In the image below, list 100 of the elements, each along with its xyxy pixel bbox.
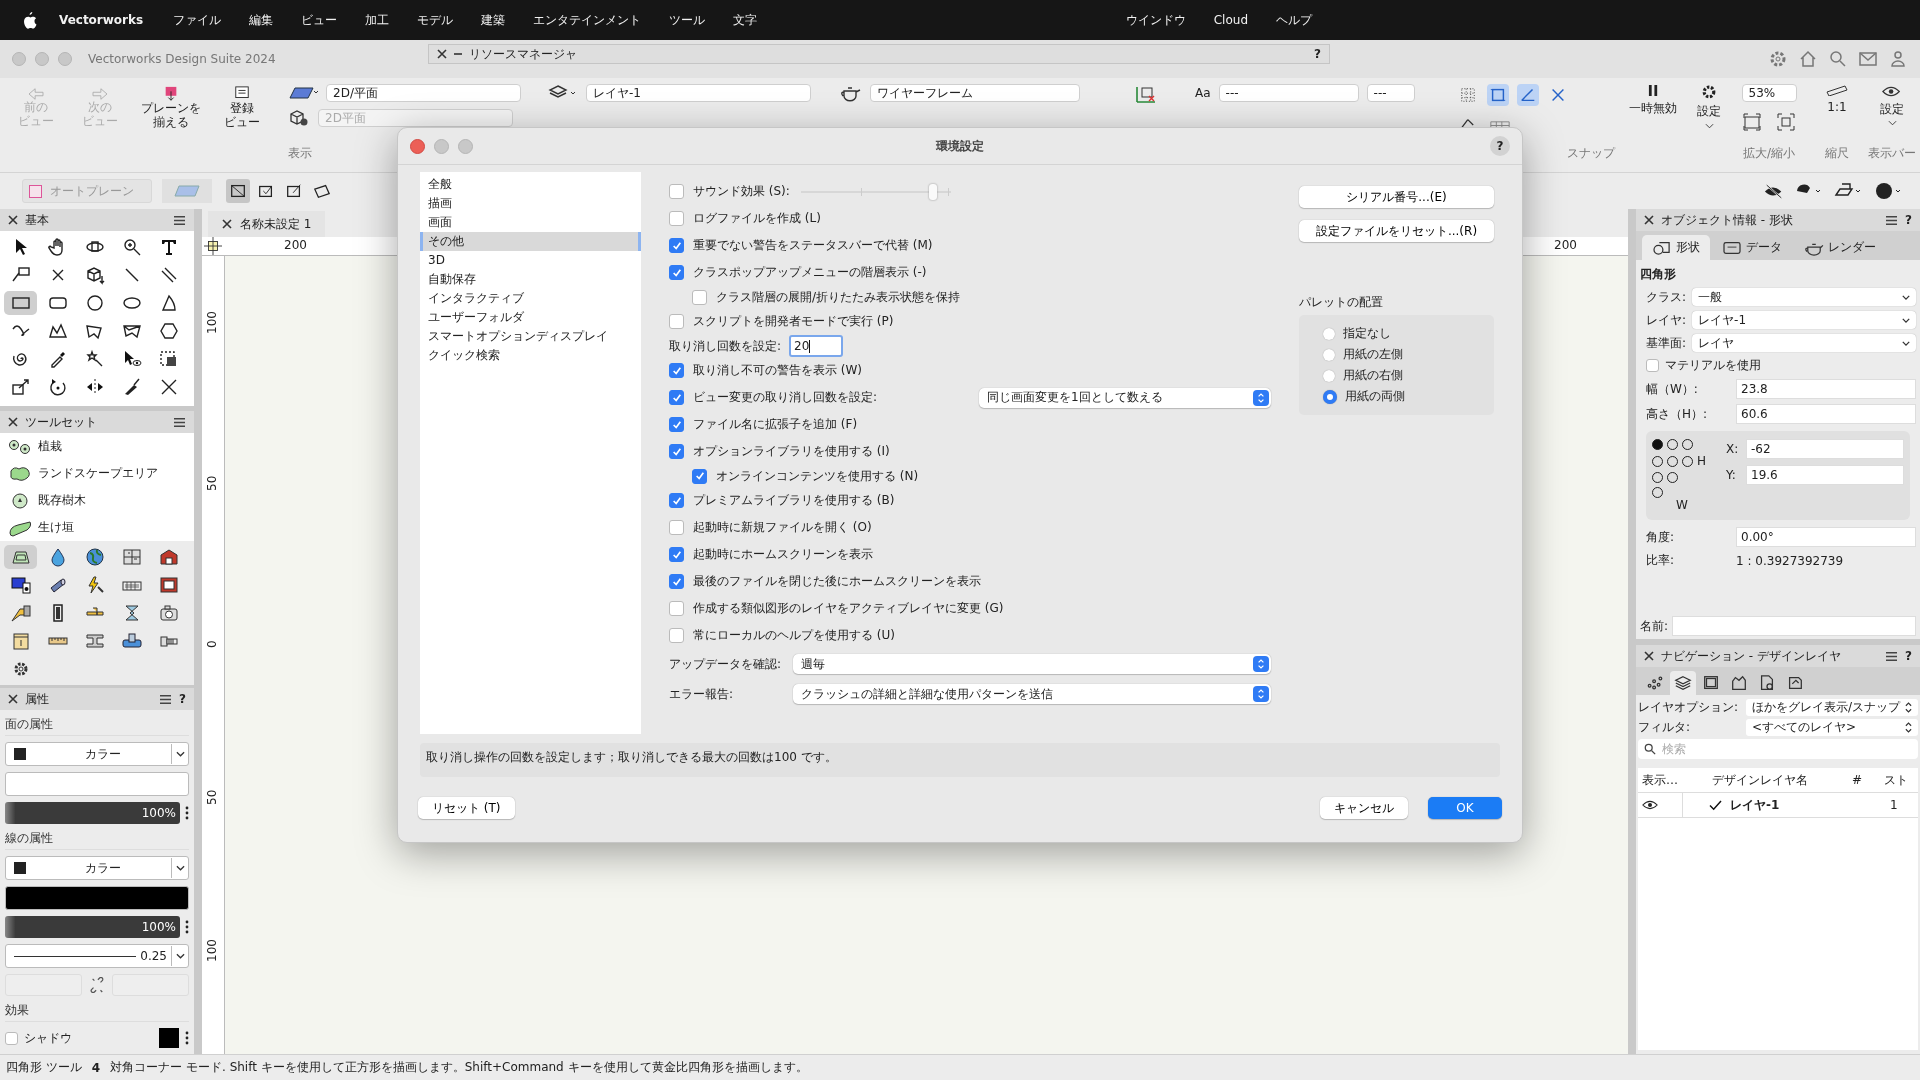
ruler-label: 100 xyxy=(205,311,219,334)
view-button[interactable]: 登録 ビュー xyxy=(214,84,270,132)
palette-title: ナビゲーション - デザインレイヤ xyxy=(1661,647,1841,665)
render-mode-dropdown[interactable]: ワイヤーフレーム xyxy=(870,84,1080,102)
scale-value[interactable]: 1:1 xyxy=(1827,100,1847,114)
menu-item[interactable]: 編集 xyxy=(249,11,274,29)
ruler-label: 50 xyxy=(205,789,219,805)
property-dropdown[interactable]: レイヤ-1 xyxy=(1692,311,1916,329)
tool-list-item[interactable]: 植栽 xyxy=(0,433,194,460)
column-header[interactable]: # xyxy=(1848,773,1880,787)
field-label: 取り消し回数を設定: xyxy=(669,337,782,355)
reset-settings-button[interactable]: 設定ファイルをリセット...(R) xyxy=(1299,220,1494,242)
palette-title: ツールセット xyxy=(25,413,97,431)
category-item[interactable]: クイック検索 xyxy=(420,346,641,365)
font-dropdown[interactable]: --- xyxy=(1218,84,1359,102)
y-coordinate-field[interactable]: 19.6 xyxy=(1746,465,1904,485)
property-dropdown[interactable]: 一般 xyxy=(1692,288,1916,306)
plane-dropdown[interactable]: 2D/平面 xyxy=(326,84,521,102)
column-header[interactable]: スト xyxy=(1880,771,1918,789)
help-button[interactable]: ? xyxy=(1905,649,1912,663)
layer-name-cell[interactable]: レイヤ-1 xyxy=(1730,796,1780,814)
field-label: クラス: xyxy=(1646,288,1687,306)
checkbox-label: マテリアルを使用 xyxy=(1665,357,1761,374)
category-item[interactable]: 自動保存 xyxy=(420,270,641,289)
panel-tab[interactable]: データ xyxy=(1712,235,1792,260)
menu-item[interactable]: モデル xyxy=(417,11,454,29)
font-size-dropdown[interactable]: --- xyxy=(1366,84,1415,102)
app-menu[interactable]: Vectorworks xyxy=(59,13,144,27)
status-mode-number: 4 xyxy=(91,1060,101,1075)
group-label: パレットの配置 xyxy=(1299,294,1384,311)
property-dropdown[interactable]: レイヤ xyxy=(1692,334,1916,352)
field-label: 高さ（H）: xyxy=(1646,405,1709,423)
panel-tab[interactable]: 形状 xyxy=(1642,235,1710,260)
undo-count-field[interactable]: 20 xyxy=(789,335,844,357)
checkbox-label: クラス階層の展開/折りたたみ表示状態を保持 xyxy=(716,288,961,306)
checkbox-label: ファイル名に拡張子を追加 (F) xyxy=(693,416,858,433)
filter-dropdown[interactable]: <すべてのレイヤ> xyxy=(1746,719,1918,736)
display-settings-label: 設定 xyxy=(1880,101,1904,118)
category-item[interactable]: インタラクティブ xyxy=(420,289,641,308)
menu-item[interactable]: ヘルプ xyxy=(1276,11,1312,29)
panel-tab[interactable]: レンダー xyxy=(1794,235,1886,260)
tool-list-item[interactable]: 既存樹木 xyxy=(0,487,194,514)
tool-list-item[interactable]: 生け垣 xyxy=(0,514,194,541)
help-button[interactable]: ? xyxy=(1490,136,1510,156)
field-label: X: xyxy=(1726,442,1740,456)
menu-item[interactable]: ツール xyxy=(669,11,706,29)
fill-opacity-slider[interactable]: 100% xyxy=(5,802,180,824)
menu-item[interactable]: 建築 xyxy=(481,11,506,29)
view-undo-dropdown[interactable]: 同じ画面変更を1回として数える xyxy=(979,387,1271,408)
tool-list-item[interactable]: ランドスケープエリア xyxy=(0,460,194,487)
property-input-field[interactable]: 60.6 xyxy=(1736,404,1916,424)
category-item[interactable]: 描画 xyxy=(420,194,641,213)
ok-button[interactable]: OK xyxy=(1428,797,1502,819)
cancel-button[interactable]: キャンセル xyxy=(1320,797,1408,819)
line-type-dropdown[interactable]: カラー xyxy=(5,856,189,880)
column-header[interactable]: デザインレイヤ名 xyxy=(1682,771,1848,789)
checkbox-label: 起動時にホームスクリーンを表示 xyxy=(693,546,873,563)
field-label: 名前: xyxy=(1640,617,1669,635)
line-weight-dropdown[interactable]: 0.25 xyxy=(5,944,189,968)
help-button[interactable]: ? xyxy=(179,692,186,706)
category-item[interactable]: 3D xyxy=(420,251,641,270)
menu-item[interactable]: 加工 xyxy=(365,11,390,29)
option-dropdown[interactable]: 週毎 xyxy=(793,654,1271,674)
menu-item[interactable]: ビュー xyxy=(301,11,338,29)
fill-type-dropdown[interactable]: カラー xyxy=(5,742,189,766)
checkbox-label: クラスポップアップメニューの階層表示 (-) xyxy=(693,264,927,281)
info-text: 取り消し操作の回数を設定します；取り消しできる最大の回数は100 です。 xyxy=(420,743,1500,777)
checkbox-label: 最後のファイルを閉じた後にホームスクリーンを表示 xyxy=(693,573,981,590)
menu-item[interactable]: ウインドウ xyxy=(1125,11,1186,29)
menu-item[interactable]: ファイル xyxy=(173,11,222,29)
menu-item[interactable]: エンタテインメント xyxy=(533,11,642,29)
document-tab[interactable]: 名称未設定 1 xyxy=(208,211,326,237)
x-coordinate-field[interactable]: -62 xyxy=(1746,439,1904,459)
option-dropdown[interactable]: クラッシュの詳細と詳細な使用パターンを送信 xyxy=(793,684,1271,704)
checkbox-label: プレミアムライブラリを使用する (B) xyxy=(693,492,895,509)
section-label: 線の属性 xyxy=(5,830,189,850)
category-item[interactable]: 画面 xyxy=(420,213,641,232)
category-item[interactable]: スマートオプションディスプレイ xyxy=(420,327,641,346)
layer-dropdown[interactable]: レイヤ-1 xyxy=(586,84,811,102)
help-button[interactable]: ? xyxy=(1314,47,1321,61)
angle-field[interactable]: 0.00° xyxy=(1736,527,1916,547)
floating-window-titlebar[interactable]: リソースマネージャ ? xyxy=(428,44,1330,64)
ruler-label: 200 xyxy=(1554,238,1577,252)
zoom-dropdown[interactable]: 53% xyxy=(1741,84,1797,102)
category-item[interactable]: ユーザーフォルダ xyxy=(420,308,641,327)
category-item[interactable]: その他 xyxy=(420,232,641,251)
checkbox-label: ビュー変更の取り消し回数を設定: xyxy=(693,389,878,406)
property-input-field[interactable]: 23.8 xyxy=(1736,379,1916,399)
view-button[interactable]: プレーンを 揃える xyxy=(136,84,206,132)
text-style-button[interactable]: Aa xyxy=(1195,86,1211,100)
reset-button[interactable]: リセット (T) xyxy=(418,797,515,819)
menu-item[interactable]: 文字 xyxy=(733,11,758,29)
help-button[interactable]: ? xyxy=(1905,213,1912,227)
category-item[interactable]: 全般 xyxy=(420,175,641,194)
group-label: 縮尺 xyxy=(1825,145,1849,162)
column-header[interactable]: 表示… xyxy=(1638,771,1682,789)
menu-item[interactable]: Cloud xyxy=(1213,13,1248,27)
line-opacity-slider[interactable]: 100% xyxy=(5,916,180,938)
layer-options-dropdown[interactable]: ほかをグレイ表示/スナップ xyxy=(1746,699,1918,716)
serial-number-button[interactable]: シリアル番号...(E) xyxy=(1299,186,1494,208)
